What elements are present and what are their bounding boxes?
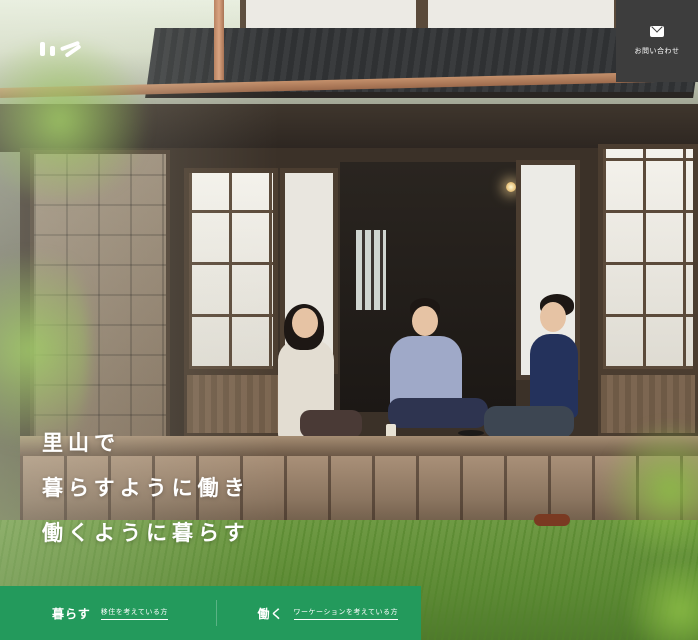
nav-item-label: 働く	[257, 606, 284, 621]
nav-item-sublabel: ワーケーションを考えている方	[293, 607, 399, 620]
hero-catchcopy: 里山で 暮らすように働き 働くように暮らす	[42, 420, 250, 555]
contact-button[interactable]: お問い合わせ	[616, 0, 698, 82]
nav-item-label: 暮らす	[52, 606, 91, 621]
catchcopy-line: 里山で	[42, 430, 120, 455]
bottom-nav: 暮らす 移住を考えている方 働く ワーケーションを考えている方	[0, 586, 421, 640]
mail-icon	[650, 26, 664, 37]
catchcopy-line: 働くように暮らす	[42, 520, 250, 545]
nav-item-working[interactable]: 働く ワーケーションを考えている方	[215, 586, 422, 640]
contact-label: お問い合わせ	[634, 47, 680, 55]
catchcopy-line: 暮らすように働き	[42, 475, 250, 500]
site-logo[interactable]	[40, 40, 86, 60]
nav-item-living[interactable]: 暮らす 移住を考えている方	[0, 586, 216, 640]
nav-item-sublabel: 移住を考えている方	[100, 607, 168, 620]
